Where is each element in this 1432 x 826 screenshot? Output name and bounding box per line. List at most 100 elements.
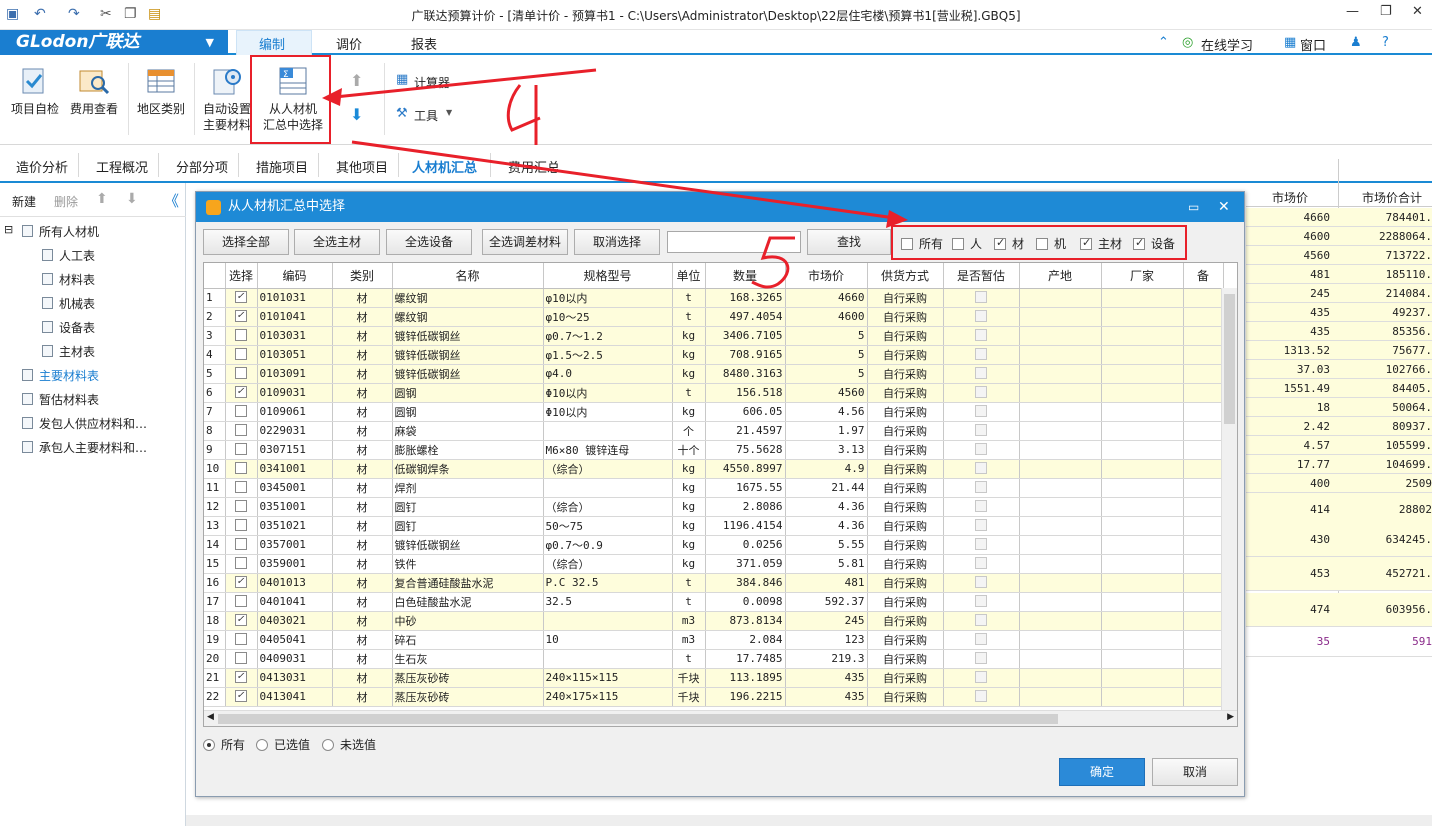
select-cell[interactable] (225, 402, 258, 422)
cancel-selection-button[interactable]: 取消选择 (574, 229, 660, 255)
radio-button[interactable] (256, 739, 268, 751)
select-checkbox[interactable] (235, 424, 247, 436)
column-header[interactable]: 选择 (225, 263, 258, 289)
select-cell[interactable] (225, 307, 258, 327)
column-header[interactable]: 编码 (257, 263, 333, 289)
table-row[interactable]: 6 0109031材圆钢Φ10以内t156.5184560自行采购 (204, 383, 1224, 403)
tree-item-contractor-main[interactable]: 承包人主要材料和… (22, 439, 147, 456)
table-row[interactable]: 11 0345001 材焊剂 kg 1675.55 21.44 自行采购 (204, 478, 1224, 498)
select-all-button[interactable]: 选择全部 (203, 229, 289, 255)
radio-option[interactable]: 已选值 (256, 736, 310, 753)
tab-sub-items[interactable]: 分部分项 (176, 157, 228, 176)
horizontal-scrollbar[interactable]: ◀ ▶ (204, 710, 1237, 726)
search-input[interactable] (667, 231, 801, 253)
select-checkbox[interactable] (235, 538, 247, 550)
minimize-icon[interactable]: — (1346, 4, 1359, 19)
column-header[interactable]: 产地 (1019, 263, 1102, 289)
chevron-up-icon[interactable]: ⌃ (1158, 35, 1169, 50)
close-icon[interactable]: ✕ (1412, 4, 1423, 19)
collapse-icon[interactable]: 《 (164, 190, 179, 211)
select-cell[interactable] (225, 668, 258, 688)
column-header[interactable]: 名称 (392, 263, 544, 289)
scroll-thumb[interactable] (1224, 294, 1235, 424)
select-cell[interactable] (225, 421, 258, 441)
calculator-button[interactable]: 计算器 (414, 74, 450, 91)
tab-edit[interactable]: 编制 (259, 34, 285, 53)
tab-other-items[interactable]: 其他项目 (336, 157, 388, 176)
table-row[interactable]: 8 0229031 材麻袋 个 21.4597 1.97 自行采购 (204, 421, 1224, 441)
tree-item-employer-supply[interactable]: 发包人供应材料和… (22, 415, 147, 432)
select-cell[interactable] (225, 535, 258, 555)
scroll-left-icon[interactable]: ◀ (207, 712, 214, 722)
select-cell[interactable] (225, 592, 258, 612)
table-row[interactable]: 13 0351021 材圆钉 50～75 kg 1196.4154 4.36 自行采购 (204, 516, 1224, 536)
select-cell[interactable] (225, 288, 258, 308)
tree-item-major-material[interactable]: 主要材料表 (22, 367, 99, 384)
move-down-icon[interactable]: ⬇ (126, 191, 138, 207)
online-learning[interactable]: 在线学习 (1201, 35, 1253, 54)
move-up-icon[interactable]: ⬆ (350, 71, 363, 90)
tab-report[interactable]: 报表 (411, 34, 437, 53)
select-cell[interactable] (225, 364, 258, 384)
tree-item-all[interactable]: 所有人材机 (22, 223, 99, 240)
select-checkbox[interactable] (235, 462, 247, 474)
table-row[interactable]: 2 0101041材螺纹钢φ10～25t497.40544600自行采购 (204, 307, 1224, 327)
select-checkbox[interactable] (235, 574, 247, 588)
select-cell[interactable] (225, 459, 258, 479)
select-adjust-material-button[interactable]: 全选调差材料 (482, 229, 568, 255)
select-equipment-button[interactable]: 全选设备 (386, 229, 472, 255)
radio-button[interactable] (322, 739, 334, 751)
column-header[interactable]: 规格型号 (543, 263, 673, 289)
tab-cost-analysis[interactable]: 造价分析 (16, 157, 68, 176)
column-header[interactable]: 类别 (332, 263, 393, 289)
select-cell[interactable] (225, 649, 258, 669)
table-row[interactable]: 14 0357001 材镀锌低碳钢丝 φ0.7～0.9 kg 0.0256 5.55 自行采购 (204, 535, 1224, 555)
table-row[interactable]: 17 0401041 材白色硅酸盐水泥 32.5 t 0.0098 592.37 自行采购 (204, 592, 1224, 612)
select-checkbox[interactable] (235, 519, 247, 531)
scroll-right-icon[interactable]: ▶ (1227, 712, 1234, 722)
radio-option[interactable]: 所有 (203, 736, 245, 753)
select-cell[interactable] (225, 440, 258, 460)
table-row[interactable]: 12 0351001 材圆钉 （综合） kg 2.8086 4.36 自行采购 (204, 497, 1224, 517)
select-cell[interactable] (225, 611, 258, 631)
select-checkbox[interactable] (235, 688, 247, 702)
select-checkbox[interactable] (235, 500, 247, 512)
column-header[interactable]: 供货方式 (867, 263, 944, 289)
table-row[interactable]: 1 0101031材螺纹钢φ10以内t168.32654660自行采购 (204, 288, 1224, 308)
select-checkbox[interactable] (235, 289, 247, 303)
tools-button[interactable]: 工具 (414, 107, 438, 124)
table-row[interactable]: 7 0109061 材圆钢 Φ10以内 kg 606.05 4.56 自行采购 (204, 402, 1224, 422)
radio-button[interactable] (203, 739, 215, 751)
region-button[interactable]: 地区类别 (134, 65, 188, 117)
select-checkbox[interactable] (235, 443, 247, 455)
select-cell[interactable] (225, 687, 258, 707)
select-cell[interactable] (225, 630, 258, 650)
tree-item-machine[interactable]: 机械表 (42, 295, 95, 312)
tree-item-labor[interactable]: 人工表 (42, 247, 95, 264)
move-down-icon[interactable]: ⬇ (350, 105, 363, 124)
select-checkbox[interactable] (235, 367, 247, 379)
select-checkbox[interactable] (235, 557, 247, 569)
user-icon[interactable]: ♟ (1350, 35, 1362, 50)
tab-labor-material-summary[interactable]: 人材机汇总 (412, 157, 477, 176)
maximize-icon[interactable]: ▭ (1188, 192, 1199, 222)
table-row[interactable]: 3 0103031 材镀锌低碳钢丝 φ0.7～1.2 kg 3406.7105 5 自行采购 (204, 326, 1224, 346)
select-checkbox[interactable] (235, 308, 247, 322)
table-row[interactable]: 21 0413031材蒸压灰砂砖240×115×115千块113.1895435自… (204, 668, 1224, 688)
select-checkbox[interactable] (235, 595, 247, 607)
app-logo[interactable]: GLodon广联达 ▼ (0, 30, 228, 55)
column-header[interactable]: 备 (1183, 263, 1224, 289)
column-header[interactable]: 厂家 (1101, 263, 1184, 289)
move-up-icon[interactable]: ⬆ (96, 191, 108, 207)
select-checkbox[interactable] (235, 633, 247, 645)
fee-view-button[interactable]: 费用查看 (66, 65, 122, 117)
table-row[interactable]: 20 0409031 材生石灰 t 17.7485 219.3 自行采购 (204, 649, 1224, 669)
table-row[interactable]: 5 0103091 材镀锌低碳钢丝 φ4.0 kg 8480.3163 5 自行采购 (204, 364, 1224, 384)
column-header[interactable]: 数量 (705, 263, 786, 289)
cancel-button[interactable]: 取消 (1152, 758, 1238, 786)
tree-item-main-material[interactable]: 主材表 (42, 343, 95, 360)
project-check-button[interactable]: 项目自检 (6, 65, 64, 117)
vertical-scrollbar[interactable] (1221, 288, 1237, 711)
column-header[interactable]: 市场价 (785, 263, 868, 289)
table-row[interactable]: 18 0403021材中砂 m3873.8134245自行采购 (204, 611, 1224, 631)
